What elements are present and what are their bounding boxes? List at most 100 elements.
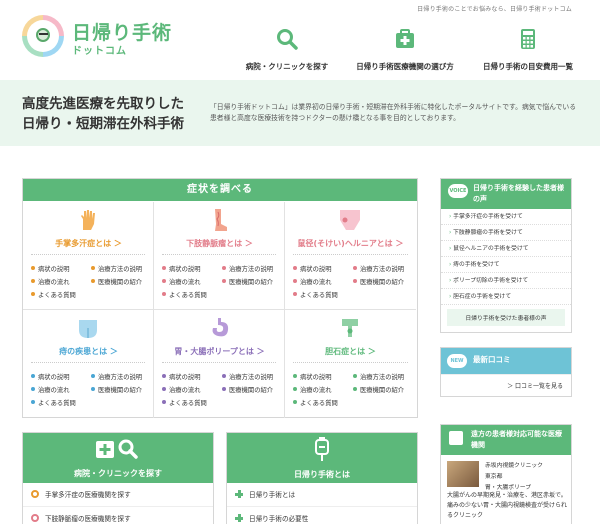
find-clinic-item[interactable]: 手掌多汗症の医療機関を探す bbox=[23, 483, 213, 507]
symptom-link[interactable]: 治療の流れ bbox=[162, 277, 200, 286]
voice-link[interactable]: 胆石症の手術を受けて bbox=[441, 289, 571, 305]
new-badge: NEW bbox=[447, 354, 467, 368]
find-clinic-box: 病院・クリニックを探す 手掌多汗症の医療機関を探す 下肢静脈瘤の医療機関を探す bbox=[22, 432, 214, 524]
voices-header: VOICE 日帰り手術を経験した患者様の声 bbox=[441, 179, 571, 209]
search-icon bbox=[31, 514, 39, 522]
nav-find-clinic[interactable]: 病院・クリニックを探す bbox=[237, 28, 337, 73]
symptom-card-hernia: 鼠径(そけい)ヘルニアとは ＞ 病状の説明 治療方法の説明 治療の流れ 医療機関… bbox=[285, 202, 416, 310]
remote-clinic-box: 遠方の患者様対応可能な医療機関 赤坂内視鏡クリニック 東京都 胃・大腸ポリープ … bbox=[440, 424, 572, 524]
voice-link[interactable]: 下肢静脈瘤の手術を受けて bbox=[441, 225, 571, 241]
symptom-link[interactable]: よくある質問 bbox=[31, 290, 76, 299]
voice-link[interactable]: 手掌多汗症の手術を受けて bbox=[441, 209, 571, 225]
symptom-link[interactable]: よくある質問 bbox=[162, 290, 207, 299]
symptom-link[interactable]: 治療の流れ bbox=[31, 385, 69, 394]
symptom-link[interactable]: 医療機関の紹介 bbox=[222, 385, 273, 394]
symptom-card-hyperhidrosis: 手掌多汗症とは ＞ 病状の説明 治療方法の説明 治療の流れ 医療機関の紹介 よく… bbox=[23, 202, 154, 310]
symptom-link[interactable]: 医療機関の紹介 bbox=[353, 277, 404, 286]
symptom-card-varicose: 下肢静脈瘤とは ＞ 病状の説明 治療方法の説明 治療の流れ 医療機関の紹介 よく… bbox=[154, 202, 285, 310]
plus-icon bbox=[235, 514, 243, 522]
symptom-link[interactable]: 医療機関の紹介 bbox=[353, 385, 404, 394]
symptom-link[interactable]: 治療の流れ bbox=[293, 385, 331, 394]
logo-title[interactable]: 日帰り手術 bbox=[72, 18, 172, 45]
header-tagline: 日帰り手術のことでお悩みなら、日帰り手術ドットコム bbox=[417, 6, 572, 13]
voice-link[interactable]: ポリープ切除の手術を受けて bbox=[441, 273, 571, 289]
symptom-link[interactable]: よくある質問 bbox=[293, 290, 338, 299]
symptoms-heading: 症状を調べる bbox=[23, 179, 417, 201]
remote-clinic-header: 遠方の患者様対応可能な医療機関 bbox=[441, 425, 571, 455]
voice-link[interactable]: 痔の手術を受けて bbox=[441, 257, 571, 273]
clinic-photo bbox=[447, 461, 479, 487]
find-clinic-header[interactable]: 病院・クリニックを探す bbox=[23, 433, 213, 483]
nav-cost-list[interactable]: 日帰り手術の目安費用一覧 bbox=[478, 28, 578, 73]
clinic-name[interactable]: 赤坂内視鏡クリニック bbox=[485, 461, 543, 472]
symptom-link[interactable]: 病状の説明 bbox=[293, 372, 331, 381]
nav-label: 病院・クリニックを探す bbox=[245, 62, 329, 71]
symptom-link[interactable]: 治療の流れ bbox=[31, 277, 69, 286]
symptom-link[interactable]: 病状の説明 bbox=[162, 264, 200, 273]
hero-description: 「日帰り手術ドットコム」は業界初の日帰り手術・短期滞在外科手術に特化したポータル… bbox=[210, 103, 577, 122]
plus-icon bbox=[449, 431, 463, 445]
symptom-link[interactable]: 病状の説明 bbox=[162, 372, 200, 381]
iv-drip-icon bbox=[315, 437, 329, 461]
nav-label: 日帰り手術医療機関の選び方 bbox=[356, 62, 454, 71]
symptom-link[interactable]: 医療機関の紹介 bbox=[222, 277, 273, 286]
voice-link[interactable]: 鼠径ヘルニアの手術を受けて bbox=[441, 241, 571, 257]
search-icon bbox=[31, 490, 39, 498]
clinic-description: 大腸がんの早期発見・治療を、港区赤坂で。痛みの少ない胃・大腸内視鏡検査が受けられ… bbox=[447, 492, 568, 519]
symptom-link[interactable]: よくある質問 bbox=[293, 398, 338, 407]
symptom-link[interactable]: 医療機関の紹介 bbox=[91, 277, 142, 286]
symptom-link[interactable]: 病状の説明 bbox=[293, 264, 331, 273]
logo-subtitle[interactable]: ドットコム bbox=[72, 42, 127, 57]
stomach-icon bbox=[212, 318, 229, 337]
symptom-link[interactable]: 治療の流れ bbox=[293, 277, 331, 286]
symptom-title[interactable]: 下肢静脈瘤とは ＞ bbox=[154, 238, 285, 249]
calculator-icon bbox=[521, 29, 535, 49]
symptom-link[interactable]: 治療方法の説明 bbox=[222, 372, 273, 381]
symptom-link[interactable]: 医療機関の紹介 bbox=[91, 385, 142, 394]
gallbladder-icon bbox=[342, 319, 358, 337]
logo-icon[interactable] bbox=[22, 15, 64, 57]
groin-icon bbox=[340, 210, 360, 230]
symptoms-panel: 症状を調べる 手掌多汗症とは ＞ 病状の説明 治療方法の説明 治療の流れ 医療機… bbox=[22, 178, 418, 418]
nav-choose-facility[interactable]: 日帰り手術医療機関の選び方 bbox=[350, 28, 460, 73]
kuchikomi-header: NEW 最新口コミ bbox=[441, 348, 571, 374]
voices-box: VOICE 日帰り手術を経験した患者様の声 手掌多汗症の手術を受けて 下肢静脈瘤… bbox=[440, 178, 572, 333]
symptom-link[interactable]: 治療方法の説明 bbox=[91, 372, 142, 381]
symptom-link[interactable]: 治療方法の説明 bbox=[353, 372, 404, 381]
kuchikomi-box: NEW 最新口コミ ＞ 口コミ一覧を見る bbox=[440, 347, 572, 397]
find-clinic-item[interactable]: 下肢静脈瘤の医療機関を探す bbox=[23, 507, 213, 524]
symptom-title[interactable]: 手掌多汗症とは ＞ bbox=[23, 238, 154, 249]
leg-icon bbox=[215, 209, 227, 231]
symptom-link[interactable]: 治療方法の説明 bbox=[222, 264, 273, 273]
symptom-card-gallstone: 胆石症とは ＞ 病状の説明 治療方法の説明 治療の流れ 医療機関の紹介 よくある… bbox=[285, 310, 416, 418]
symptom-title[interactable]: 痔の疾患とは ＞ bbox=[23, 346, 154, 357]
site-header: 日帰り手術のことでお悩みなら、日帰り手術ドットコム 日帰り手術 ドットコム 病院… bbox=[0, 0, 600, 80]
symptom-title[interactable]: 胆石症とは ＞ bbox=[285, 346, 416, 357]
about-item[interactable]: 日帰り手術とは bbox=[227, 483, 417, 507]
symptom-link[interactable]: 病状の説明 bbox=[31, 264, 69, 273]
buttocks-icon bbox=[79, 320, 97, 338]
symptom-link[interactable]: よくある質問 bbox=[31, 398, 76, 407]
symptom-card-hemorrhoids: 痔の疾患とは ＞ 病状の説明 治療方法の説明 治療の流れ 医療機関の紹介 よくあ… bbox=[23, 310, 154, 418]
about-item[interactable]: 日帰り手術の必要性 bbox=[227, 507, 417, 524]
voices-more-link[interactable]: 日帰り手術を受けた患者様の声 bbox=[447, 309, 565, 326]
hand-icon bbox=[81, 210, 95, 230]
clinic-card[interactable]: 赤坂内視鏡クリニック 東京都 胃・大腸ポリープ 大腸がんの早期発見・治療を、港区… bbox=[441, 455, 571, 524]
about-header[interactable]: 日帰り手術とは bbox=[227, 433, 417, 483]
symptom-title[interactable]: 胃・大腸ポリープとは ＞ bbox=[154, 346, 285, 357]
about-heading: 日帰り手術とは bbox=[294, 470, 350, 479]
symptom-link[interactable]: 治療方法の説明 bbox=[353, 264, 404, 273]
page: 日帰り手術のことでお悩みなら、日帰り手術ドットコム 日帰り手術 ドットコム 病院… bbox=[0, 0, 600, 524]
symptom-link[interactable]: 治療の流れ bbox=[162, 385, 200, 394]
kuchikomi-list-link[interactable]: ＞ 口コミ一覧を見る bbox=[441, 374, 571, 396]
symptom-link[interactable]: 病状の説明 bbox=[31, 372, 69, 381]
medical-kit-icon bbox=[396, 29, 414, 48]
hero-title: 高度先進医療を先取りした 日帰り・短期滞在外科手術 bbox=[22, 96, 184, 132]
voice-badge: VOICE bbox=[448, 184, 468, 198]
clinic-search-icon bbox=[96, 439, 138, 459]
symptom-title[interactable]: 鼠径(そけい)ヘルニアとは ＞ bbox=[285, 238, 416, 249]
symptom-link[interactable]: 治療方法の説明 bbox=[91, 264, 142, 273]
hero-banner: 高度先進医療を先取りした 日帰り・短期滞在外科手術 「日帰り手術ドットコム」は業… bbox=[0, 80, 600, 146]
symptom-link[interactable]: よくある質問 bbox=[162, 398, 207, 407]
symptom-card-polyp: 胃・大腸ポリープとは ＞ 病状の説明 治療方法の説明 治療の流れ 医療機関の紹介… bbox=[154, 310, 285, 418]
